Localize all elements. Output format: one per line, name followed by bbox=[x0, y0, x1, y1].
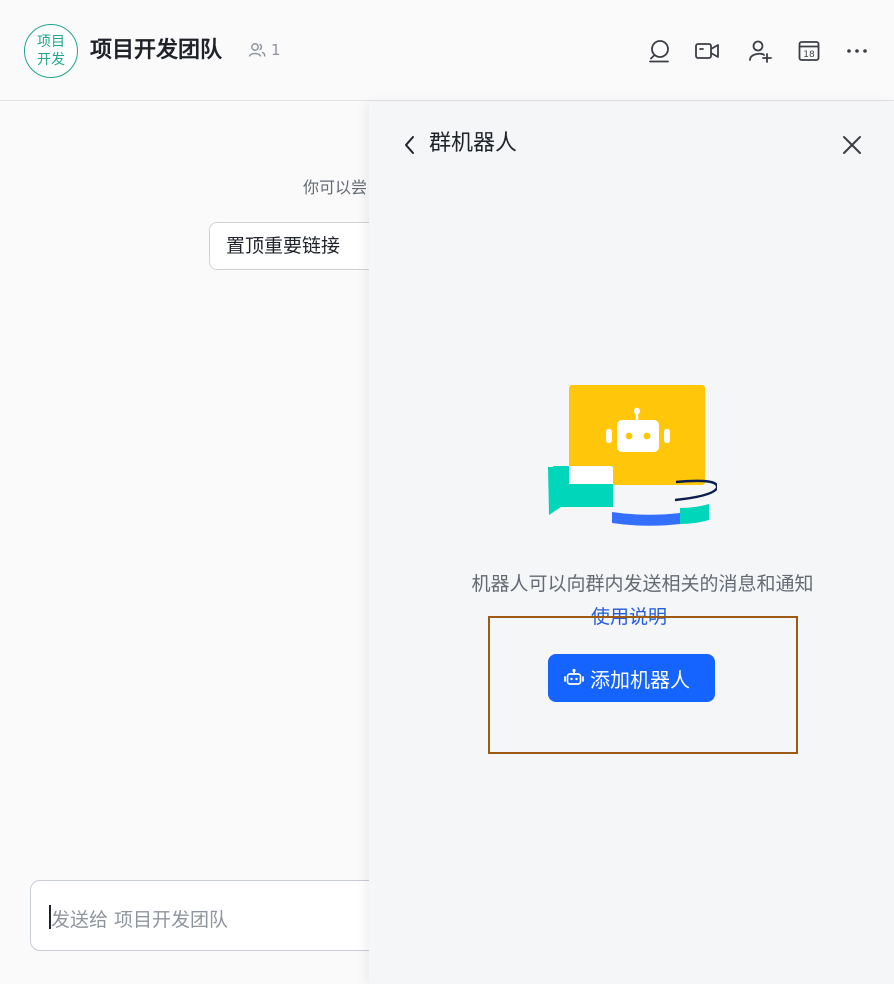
close-button[interactable] bbox=[840, 133, 864, 157]
calendar-icon: 18 bbox=[798, 41, 820, 61]
panel-title: 群机器人 bbox=[429, 131, 518, 156]
member-count[interactable]: 1 bbox=[248, 41, 281, 59]
video-call-icon bbox=[695, 43, 719, 59]
close-icon bbox=[843, 136, 861, 154]
add-bot-label: 添加机器人 bbox=[590, 667, 690, 692]
video-call-button[interactable] bbox=[694, 38, 720, 64]
group-name[interactable]: 项目开发团队 bbox=[90, 37, 222, 65]
group-avatar[interactable]: 项目 开发 bbox=[24, 24, 78, 78]
chat-window: 项目 开发 项目开发团队 1 18 你可以尝 置顶重要链接 发送给 项目开发团队… bbox=[0, 0, 894, 984]
calendar-day: 18 bbox=[803, 50, 815, 60]
add-bot-button[interactable]: 添加机器人 bbox=[548, 654, 715, 702]
members-icon bbox=[248, 43, 266, 57]
add-member-button[interactable] bbox=[747, 38, 773, 64]
avatar-text-line1: 项目 bbox=[37, 34, 65, 50]
pin-link-button[interactable]: 置顶重要链接 bbox=[209, 222, 384, 270]
calendar-button[interactable]: 18 bbox=[796, 38, 822, 64]
chat-header: 项目 开发 项目开发团队 1 18 bbox=[0, 0, 894, 101]
search-button[interactable] bbox=[646, 38, 672, 64]
message-input-placeholder: 发送给 项目开发团队 bbox=[51, 909, 229, 931]
robot-illustration bbox=[548, 385, 717, 526]
bot-description: 机器人可以向群内发送相关的消息和通知 bbox=[471, 573, 814, 595]
group-bot-panel: 群机器人 机器人可以向群内发送相关的消息和通知 使用说明 添加机器人 bbox=[369, 102, 894, 984]
more-icon bbox=[847, 49, 867, 53]
chevron-left-icon bbox=[405, 136, 414, 154]
chat-hint-text: 你可以尝 bbox=[303, 178, 368, 197]
back-button[interactable] bbox=[402, 134, 418, 156]
add-member-icon bbox=[749, 40, 772, 63]
usage-guide-link[interactable]: 使用说明 bbox=[591, 602, 667, 629]
avatar-text-line2: 开发 bbox=[37, 52, 65, 68]
search-icon bbox=[649, 40, 669, 63]
more-button[interactable] bbox=[844, 38, 870, 64]
member-count-value: 1 bbox=[271, 41, 281, 59]
robot-add-icon bbox=[564, 668, 584, 685]
